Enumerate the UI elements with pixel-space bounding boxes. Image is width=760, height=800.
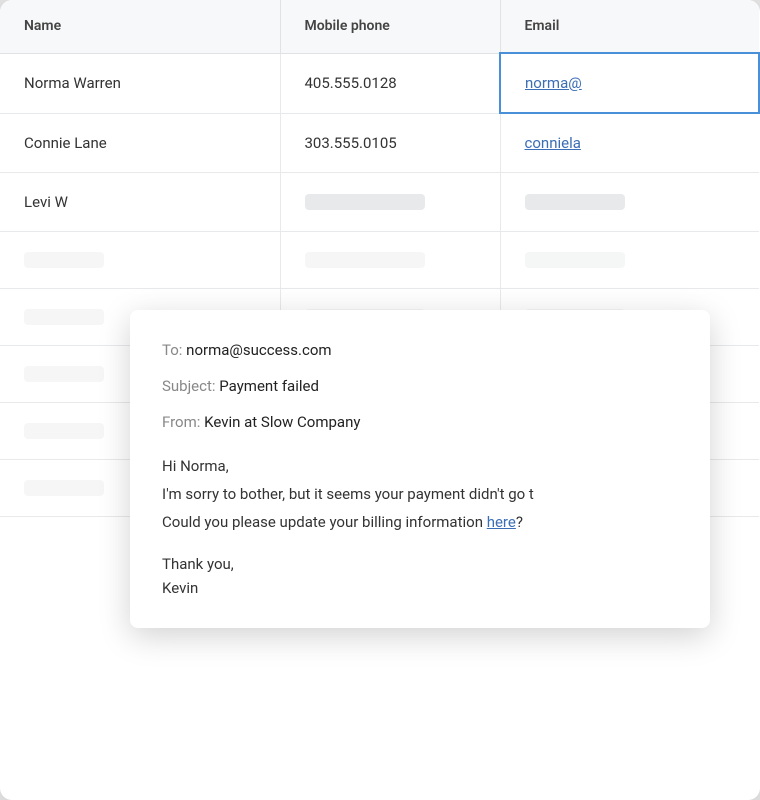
- email-link[interactable]: norma@: [525, 74, 582, 92]
- contact-phone: 303.555.0105: [280, 113, 500, 173]
- popup-to-field: To: norma@success.com: [162, 338, 678, 362]
- email-preview-popup: To: norma@success.com Subject: Payment f…: [130, 310, 710, 628]
- popup-subject-value: Payment failed: [219, 377, 319, 395]
- contact-email: [500, 173, 759, 232]
- popup-greeting: Hi Norma,: [162, 454, 678, 478]
- contact-name: Norma Warren: [0, 53, 280, 113]
- contact-name: Levi W: [0, 173, 280, 232]
- popup-signature: Thank you, Kevin: [162, 552, 678, 600]
- table-row: Norma Warren 405.555.0128 norma@: [0, 53, 759, 113]
- table-row: Connie Lane 303.555.0105 conniela: [0, 113, 759, 173]
- popup-body-line2-suffix: ?: [516, 513, 523, 531]
- popup-body-line1: I'm sorry to bother, but it seems your p…: [162, 482, 678, 506]
- contact-email[interactable]: conniela: [500, 113, 759, 173]
- table-row: [0, 232, 759, 289]
- popup-body-link[interactable]: here: [487, 513, 516, 531]
- popup-sign-line1: Thank you,: [162, 552, 678, 576]
- contact-email[interactable]: norma@: [500, 53, 759, 113]
- popup-body: Hi Norma, I'm sorry to bother, but it se…: [162, 454, 678, 534]
- main-card: Name Mobile phone Email Norma Warren 405…: [0, 0, 760, 800]
- column-header-phone: Mobile phone: [280, 0, 500, 53]
- popup-from-field: From: Kevin at Slow Company: [162, 410, 678, 434]
- popup-from-label: From:: [162, 413, 200, 431]
- popup-from-value: Kevin at Slow Company: [204, 413, 360, 431]
- contact-phone: [280, 173, 500, 232]
- popup-subject-label: Subject:: [162, 377, 216, 395]
- email-link[interactable]: conniela: [525, 134, 581, 152]
- column-header-name: Name: [0, 0, 280, 53]
- popup-sign-line2: Kevin: [162, 576, 678, 600]
- table-row: Levi W: [0, 173, 759, 232]
- popup-to-label: To:: [162, 341, 182, 359]
- popup-to-value: norma@success.com: [186, 341, 331, 359]
- popup-body-line2-prefix: Could you please update your billing inf…: [162, 513, 487, 531]
- column-header-email: Email: [500, 0, 759, 53]
- contact-phone: 405.555.0128: [280, 53, 500, 113]
- contact-name: Connie Lane: [0, 113, 280, 173]
- popup-body-line2: Could you please update your billing inf…: [162, 510, 678, 534]
- popup-subject-field: Subject: Payment failed: [162, 374, 678, 398]
